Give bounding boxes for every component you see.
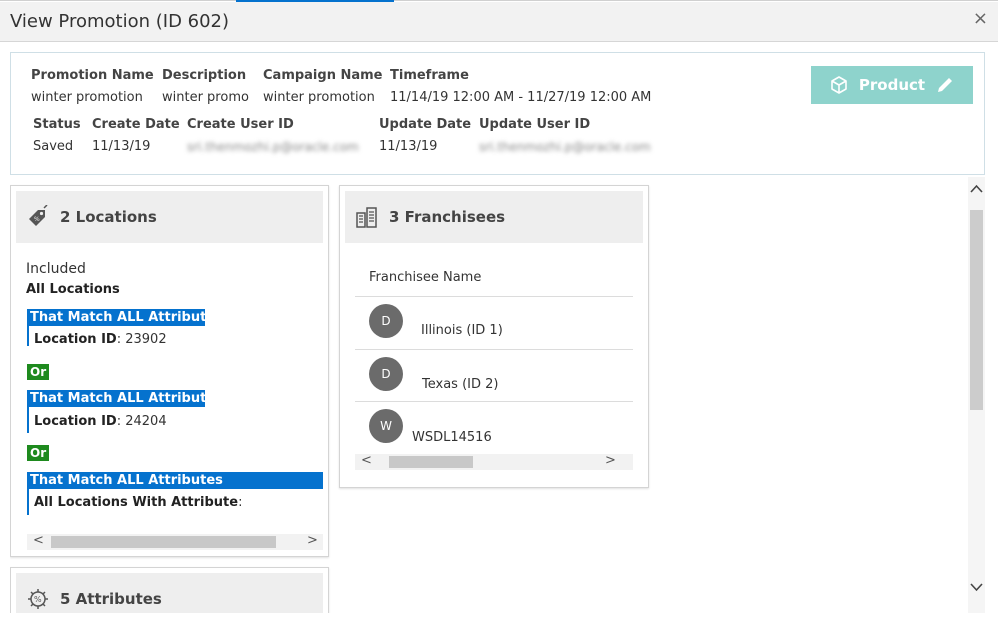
match-all-header-2: That Match ALL Attributes xyxy=(27,390,223,407)
status-label: Status xyxy=(33,117,81,132)
scroll-left-icon[interactable]: < xyxy=(33,533,44,548)
locations-card-header: % 2 Locations xyxy=(16,191,323,243)
or-badge-2: Or xyxy=(27,445,50,461)
or-badge-1: Or xyxy=(27,364,50,380)
franchisees-title: 3 Franchisees xyxy=(389,208,506,226)
building-icon xyxy=(356,207,377,228)
franchisees-card-header: 3 Franchisees xyxy=(345,191,643,243)
update-user-label: Update User ID xyxy=(479,117,591,132)
avatar: D xyxy=(369,304,403,338)
franchisees-card: 3 Franchisees Franchisee Name D Illinois… xyxy=(339,185,649,488)
match-all-header-1: That Match ALL Attributes xyxy=(27,309,223,326)
scroll-up-icon[interactable] xyxy=(970,184,983,194)
close-icon[interactable]: × xyxy=(973,8,988,29)
content-scroll-area: % 2 Locations Included All Locations Tha… xyxy=(10,177,968,613)
timeframe-value: 11/14/19 12:00 AM - 11/27/19 12:00 AM xyxy=(390,90,652,105)
promotion-name-value: winter promotion xyxy=(31,90,143,105)
location-rule-3: All Locations With Attribute: xyxy=(34,495,243,510)
promotion-name-label: Promotion Name xyxy=(31,68,154,83)
scroll-left-icon[interactable]: < xyxy=(361,453,372,468)
product-button[interactable]: Product xyxy=(811,66,973,104)
svg-text:%: % xyxy=(34,595,42,604)
campaign-name-label: Campaign Name xyxy=(263,68,383,83)
match-all-header-3: That Match ALL Attributes xyxy=(27,472,323,489)
franchisee-name-column-header[interactable]: Franchisee Name xyxy=(369,270,481,285)
franchisees-hscroll-thumb[interactable] xyxy=(389,456,473,468)
pencil-icon xyxy=(938,78,953,92)
locations-hscroll-thumb[interactable] xyxy=(51,536,276,548)
timeframe-label: Timeframe xyxy=(390,68,469,83)
all-locations-label: All Locations xyxy=(26,282,120,297)
included-label: Included xyxy=(26,261,86,277)
scroll-right-icon[interactable]: > xyxy=(307,533,318,548)
campaign-name-value: winter promotion xyxy=(263,90,375,105)
dialog-title: View Promotion (ID 602) xyxy=(10,11,230,32)
update-date-value: 11/13/19 xyxy=(379,139,438,154)
dialog-header: View Promotion (ID 602) × xyxy=(0,2,998,42)
cube-icon xyxy=(831,76,847,94)
location-rule-2: Location ID: 24204 xyxy=(34,414,167,429)
create-date-label: Create Date xyxy=(92,117,180,132)
attributes-card-header: % 5 Attributes xyxy=(16,573,323,613)
rule-bracket-2 xyxy=(27,407,29,433)
franchisee-name[interactable]: Texas (ID 2) xyxy=(422,377,498,392)
gear-percent-icon: % xyxy=(28,589,48,609)
row-divider xyxy=(355,401,633,402)
promotion-summary: Promotion Name winter promotion Descript… xyxy=(10,52,985,175)
product-button-label: Product xyxy=(858,76,926,94)
top-strip xyxy=(0,0,998,2)
content-vscrollbar[interactable] xyxy=(968,177,985,613)
description-value: winter promo xyxy=(162,90,249,105)
update-user-value: sri.thenmozhi.p@oracle.com xyxy=(479,140,651,154)
header-divider xyxy=(355,296,633,297)
attributes-title: 5 Attributes xyxy=(60,590,162,608)
status-value: Saved xyxy=(33,139,74,154)
scroll-down-icon[interactable] xyxy=(970,582,983,592)
description-label: Description xyxy=(162,68,247,83)
locations-hscrollbar[interactable]: < > xyxy=(27,533,323,550)
rule-bracket-3 xyxy=(27,489,29,515)
franchisees-hscrollbar[interactable]: < > xyxy=(355,453,633,470)
franchisee-name[interactable]: WSDL14516 xyxy=(412,430,492,445)
locations-title: 2 Locations xyxy=(60,208,157,226)
avatar: W xyxy=(369,409,403,443)
avatar: D xyxy=(369,357,403,391)
create-date-value: 11/13/19 xyxy=(92,139,151,154)
location-tag-icon: % xyxy=(29,205,48,226)
create-user-label: Create User ID xyxy=(187,117,294,132)
row-divider xyxy=(355,349,633,350)
scroll-right-icon[interactable]: > xyxy=(605,453,616,468)
attributes-card: % 5 Attributes xyxy=(10,567,329,613)
rule-bracket-1 xyxy=(27,326,29,346)
locations-card: % 2 Locations Included All Locations Tha… xyxy=(10,185,329,557)
content-vscroll-thumb[interactable] xyxy=(970,210,983,410)
svg-text:%: % xyxy=(34,216,40,223)
franchisee-name[interactable]: Illinois (ID 1) xyxy=(421,323,503,338)
location-rule-1: Location ID: 23902 xyxy=(34,332,167,347)
update-date-label: Update Date xyxy=(379,117,472,132)
create-user-value: sri.thenmozhi.p@oracle.com xyxy=(187,140,359,154)
